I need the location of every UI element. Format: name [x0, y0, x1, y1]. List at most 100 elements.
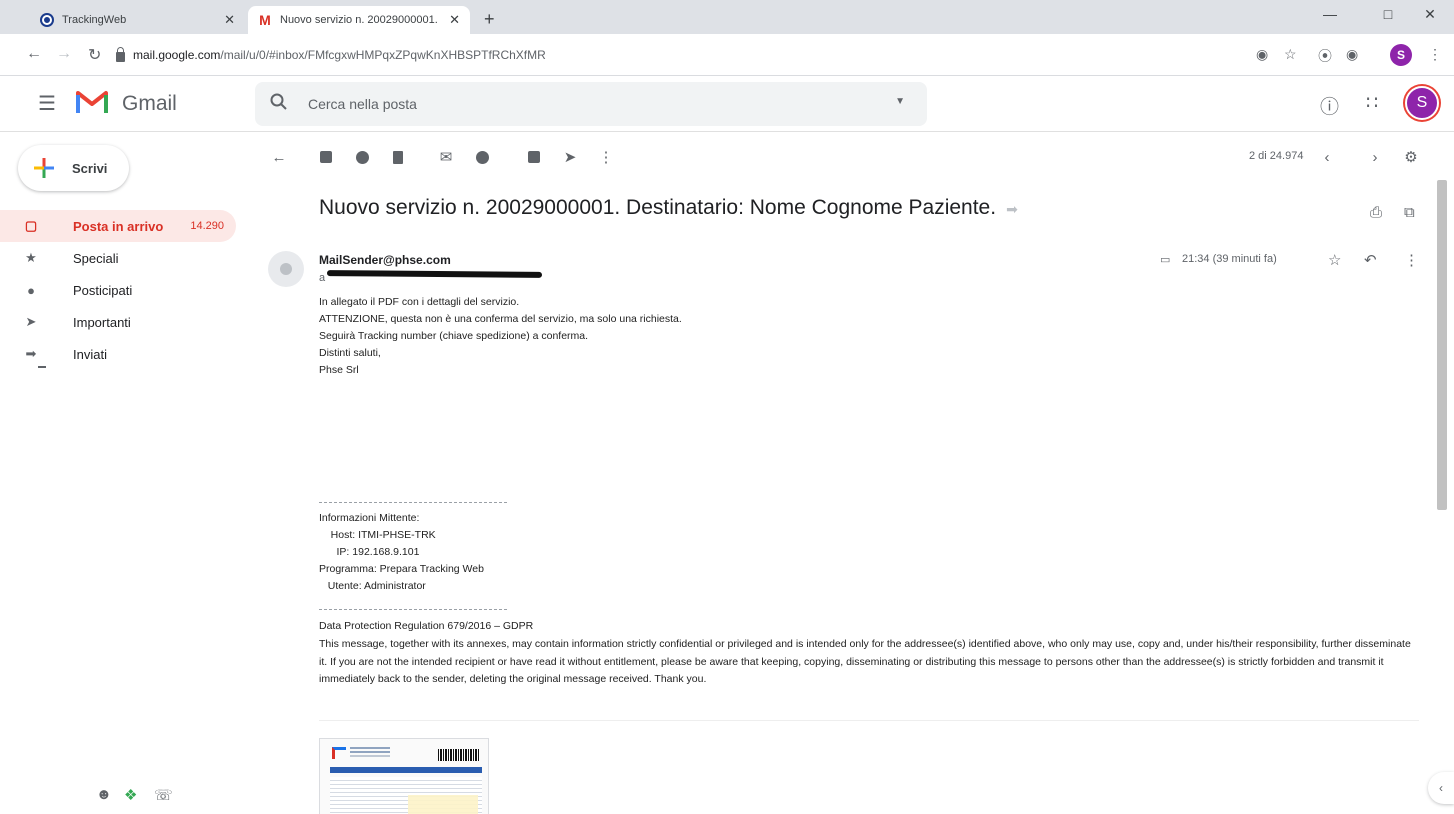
info-line: Host: ITMI-PHSE-TRK: [319, 529, 436, 541]
disclaimer-text: This message, together with its annexes,…: [319, 638, 1411, 685]
back-to-inbox-icon[interactable]: ←: [270, 148, 288, 166]
importance-marker-icon[interactable]: ➡: [1006, 201, 1018, 218]
older-chevron-icon[interactable]: ›: [1366, 148, 1384, 166]
info-line: Programma: Prepara Tracking Web: [319, 563, 484, 575]
move-to-icon[interactable]: [525, 148, 543, 166]
reply-icon[interactable]: ↶: [1364, 251, 1377, 269]
search-input[interactable]: Cerca nella posta: [308, 96, 417, 112]
phone-icon[interactable]: ☏: [154, 786, 173, 804]
pdf-attachment-thumbnail[interactable]: [319, 738, 489, 814]
reload-icon[interactable]: ↻: [88, 45, 101, 65]
extension-icon[interactable]: ⦿: [1318, 46, 1332, 66]
forward-arrow-icon[interactable]: →: [56, 45, 72, 63]
new-tab-button[interactable]: +: [484, 9, 495, 30]
gmail-brand-text: Gmail: [122, 92, 177, 115]
newer-chevron-icon[interactable]: ‹: [1318, 148, 1336, 166]
browser-tab-gmail[interactable]: M Nuovo servizio n. 20029000001. ✕: [248, 6, 470, 34]
send-icon: ➡: [25, 346, 37, 361]
mark-unread-icon[interactable]: ✉: [437, 148, 455, 166]
delete-icon[interactable]: [389, 148, 407, 166]
browser-profile-avatar[interactable]: S: [1390, 44, 1412, 66]
help-icon[interactable]: ⓘ: [1320, 92, 1339, 119]
sender-info-block: Informazioni Mittente: Host: ITMI-PHSE-T…: [319, 510, 484, 595]
info-line: IP: 192.168.9.101: [319, 546, 420, 558]
body-line: Distinti saluti,: [319, 347, 381, 359]
star-message-icon[interactable]: ☆: [1328, 251, 1341, 269]
apps-grid-icon[interactable]: ∷: [1366, 92, 1378, 115]
eye-extension-icon[interactable]: ◉: [1256, 46, 1268, 63]
compose-plus-icon: [34, 158, 54, 178]
sender-email[interactable]: MailSender@phse.com: [319, 253, 451, 267]
sidebar-item-sent[interactable]: ➡ Inviati: [0, 338, 240, 370]
message-subject: Nuovo servizio n. 20029000001. Destinata…: [319, 196, 1018, 220]
window-close-icon[interactable]: ✕: [1410, 6, 1450, 23]
archive-icon[interactable]: [317, 148, 335, 166]
url-path: /mail/u/0/#inbox/FMfcgxwHMPqxZPqwKnXHBSP…: [220, 48, 546, 62]
person-icon[interactable]: ☻: [96, 786, 112, 803]
tab-title: TrackingWeb: [62, 14, 127, 26]
sidebar-item-label: Posticipati: [73, 282, 133, 298]
compose-button[interactable]: Scrivi: [18, 145, 129, 191]
main-menu-icon[interactable]: ☰: [38, 91, 56, 116]
labels-icon[interactable]: ➤: [561, 148, 579, 166]
search-bar[interactable]: Cerca nella posta ▼: [255, 82, 927, 126]
sidebar-item-label: Posta in arrivo: [73, 218, 164, 234]
gmail-header: ☰ Gmail Cerca nella posta ▼ ⓘ ∷ S: [0, 76, 1454, 132]
sidebar-item-label: Speciali: [73, 250, 119, 266]
sidebar-item-label: Inviati: [73, 346, 107, 362]
gmail-logo-icon[interactable]: [76, 89, 108, 115]
clock-icon: ●: [27, 282, 35, 298]
search-options-dropdown-icon[interactable]: ▼: [895, 96, 905, 107]
extension-circle-icon[interactable]: ◉: [1346, 46, 1358, 63]
sidebar-item-inbox[interactable]: ▢ Posta in arrivo 14.290: [0, 210, 236, 242]
compose-label: Scrivi: [72, 161, 108, 176]
trackingweb-favicon-icon: [40, 13, 54, 27]
search-icon[interactable]: [269, 92, 289, 112]
message-more-icon[interactable]: ⋮: [1404, 251, 1419, 269]
tab-close-icon[interactable]: ✕: [449, 12, 460, 28]
pagination-count: 2 di 24.974: [1249, 150, 1304, 162]
hangouts-bar: ☻ ❖ ☏: [0, 780, 240, 814]
sidebar-item-snoozed[interactable]: ● Posticipati: [0, 274, 240, 306]
back-arrow-icon[interactable]: ←: [26, 45, 42, 63]
star-icon: ★: [25, 250, 37, 265]
tab-title: Nuovo servizio n. 20029000001.: [280, 14, 438, 26]
snooze-icon[interactable]: [473, 148, 491, 166]
tab-close-icon[interactable]: ✕: [224, 12, 235, 28]
url-field[interactable]: mail.google.com/mail/u/0/#inbox/FMfcgxwH…: [116, 42, 1296, 68]
attachments-divider: [319, 720, 1419, 721]
barcode-image: [438, 749, 480, 761]
bookmark-star-icon[interactable]: ☆: [1284, 46, 1297, 63]
info-line: Utente: Administrator: [319, 580, 426, 592]
recipient-line[interactable]: a: [319, 272, 325, 284]
browser-tab-trackingweb[interactable]: TrackingWeb ✕: [30, 6, 245, 34]
side-panel-toggle-icon[interactable]: ‹: [1428, 772, 1454, 804]
sidebar-nav: ▢ Posta in arrivo 14.290 ★ Speciali ● Po…: [0, 210, 240, 370]
message-body-intro: In allegato il PDF con i dettagli del se…: [319, 294, 682, 379]
gdpr-title: Data Protection Regulation 679/2016 – GD…: [319, 618, 533, 635]
minimize-icon[interactable]: —: [1310, 6, 1350, 22]
settings-gear-icon[interactable]: ⚙: [1402, 148, 1420, 166]
print-icon[interactable]: ⎙: [1370, 204, 1382, 221]
info-line: Informazioni Mittente:: [319, 512, 420, 524]
scrollbar-thumb[interactable]: [1437, 180, 1447, 510]
divider-dashes: [319, 502, 507, 503]
gmail-favicon-icon: M: [259, 12, 271, 28]
browser-menu-icon[interactable]: ⋮: [1428, 46, 1442, 63]
message-toolbar: ← ✉ ➤ ⋮ 2 di 24.974 ‹ › ⚙: [240, 132, 1454, 180]
report-spam-icon[interactable]: [353, 148, 371, 166]
browser-tab-strip: TrackingWeb ✕ M Nuovo servizio n. 200290…: [0, 0, 1454, 34]
maximize-icon[interactable]: □: [1368, 6, 1408, 22]
sidebar-item-starred[interactable]: ★ Speciali: [0, 242, 240, 274]
body-line: In allegato il PDF con i dettagli del se…: [319, 296, 520, 308]
hangouts-icon[interactable]: ❖: [124, 786, 137, 804]
sidebar-item-important[interactable]: ➤ Importanti: [0, 306, 240, 338]
body-line: ATTENZIONE, questa non è una conferma de…: [319, 313, 682, 325]
more-actions-icon[interactable]: ⋮: [597, 148, 615, 166]
more-labels-icon[interactable]: [38, 366, 46, 368]
subject-text: Nuovo servizio n. 20029000001. Destinata…: [319, 196, 997, 219]
divider-dashes: [319, 609, 507, 610]
account-avatar[interactable]: S: [1405, 86, 1439, 120]
open-new-window-icon[interactable]: ⧉: [1404, 204, 1415, 221]
body-line: Phse Srl: [319, 364, 359, 376]
